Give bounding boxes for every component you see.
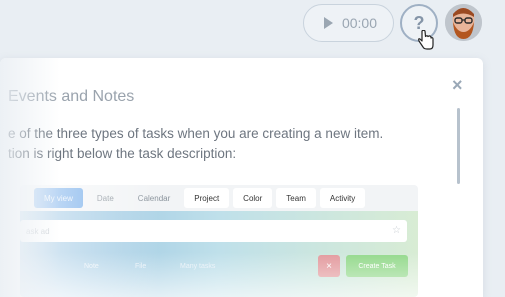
paragraph-line-2: tion is right below the task description…	[8, 146, 237, 161]
preview-task-input: ask ad ☆	[20, 220, 407, 242]
preview-note: Note	[84, 263, 99, 270]
preview-tabs: My view Date Calendar Project Color Team…	[20, 185, 418, 211]
preview-input-value: ask ad	[26, 226, 50, 236]
preview-many-tasks: Many tasks	[180, 263, 216, 270]
scrollbar[interactable]	[457, 108, 460, 184]
preview-cancel-button: ×	[318, 255, 340, 277]
app-preview-image: My view Date Calendar Project Color Team…	[20, 185, 418, 297]
avatar-image	[445, 4, 482, 41]
panel-title: Events and Notes	[8, 88, 135, 105]
tab-my-view: My view	[34, 188, 83, 208]
tab-color: Color	[233, 188, 273, 208]
paragraph-line-1: e of the three types of tasks when you a…	[8, 126, 384, 141]
preview-create-task-button: Create Task	[346, 255, 408, 277]
tab-calendar: Calendar	[137, 193, 171, 203]
preview-actions: Note File Many tasks × Create Task	[20, 255, 418, 279]
hand-cursor-icon	[418, 30, 434, 50]
play-icon	[323, 17, 333, 29]
help-panel: × Events and Notes e of the three types …	[0, 58, 483, 297]
tab-date: Date	[96, 193, 114, 203]
close-icon[interactable]: ×	[452, 75, 463, 96]
preview-file: File	[135, 263, 147, 270]
tab-project: Project	[184, 188, 230, 208]
star-icon: ☆	[392, 225, 401, 236]
tab-team: Team	[276, 188, 316, 208]
timer-button[interactable]: 00:00	[303, 4, 394, 42]
preview-body: ask ad ☆ Note File Many tasks × Create T…	[20, 211, 418, 297]
tab-activity: Activity	[319, 188, 366, 208]
user-avatar[interactable]	[445, 4, 482, 41]
timer-value: 00:00	[341, 15, 378, 31]
panel-paragraph: e of the three types of tasks when you a…	[8, 124, 428, 164]
